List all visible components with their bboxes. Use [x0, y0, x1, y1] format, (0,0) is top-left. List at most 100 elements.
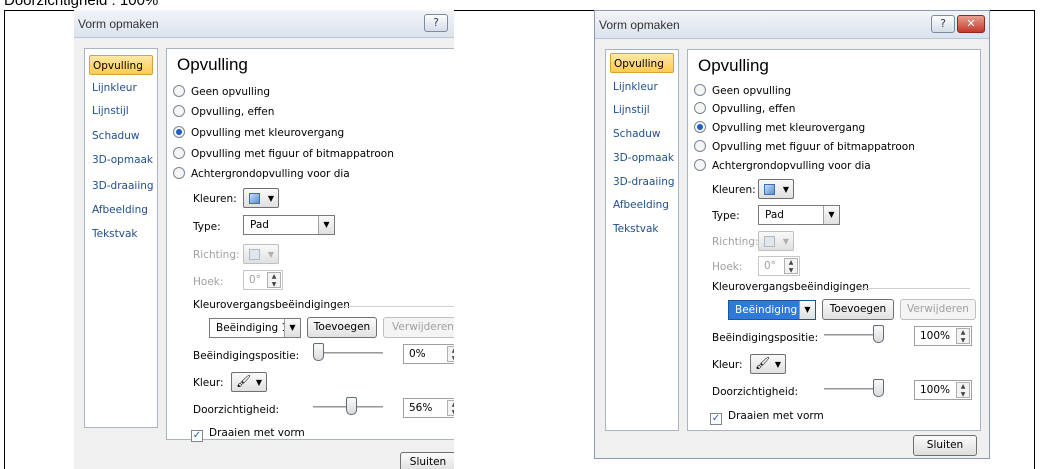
spinner-arrows-icon[interactable]: ▲▼: [784, 258, 798, 274]
radio-icon: [694, 84, 706, 96]
help-button[interactable]: ?: [931, 15, 955, 33]
add-stop-button[interactable]: Toevoegen: [307, 317, 377, 338]
titlebar: Vorm opmaken ? ✕: [595, 11, 989, 39]
spinner-arrows-icon[interactable]: ▲▼: [447, 346, 454, 362]
transparency-spinner[interactable]: 100% ▲ ▼: [914, 380, 972, 400]
position-spinner[interactable]: 100% ▲ ▼: [914, 326, 972, 346]
nav-item-afbeelding[interactable]: Afbeelding: [610, 195, 674, 215]
gradient-stops-group-label: Kleurovergangsbeëindigingen: [712, 281, 869, 293]
dropdown-arrow-icon: ▼: [255, 378, 262, 387]
nav-item-tekstvak[interactable]: Tekstvak: [89, 224, 153, 244]
close-button[interactable]: Sluiten: [913, 435, 977, 456]
type-select[interactable]: Pad ▼: [243, 215, 335, 235]
position-slider[interactable]: [313, 343, 383, 363]
colors-picker[interactable]: ▼: [243, 188, 279, 208]
gradient-stop-select[interactable]: Beëindiging 1 ▼: [209, 318, 301, 338]
radio-icon: [173, 147, 185, 159]
slider-thumb[interactable]: [313, 343, 324, 361]
checkbox-checked-icon: ✓: [191, 430, 203, 442]
transparency-spinner[interactable]: 56%▲▼: [403, 398, 454, 418]
category-list: Opvulling Lijnkleur Lijnstijl Schaduw 3D…: [605, 49, 679, 431]
remove-stop-button[interactable]: Verwijderen: [383, 317, 454, 338]
slider-thumb[interactable]: [873, 325, 884, 343]
radio-opvulling-effen[interactable]: Opvulling, effen: [694, 101, 795, 117]
transparency-slider[interactable]: [313, 397, 383, 417]
radio-icon: [173, 85, 185, 97]
radio-kleurovergang[interactable]: Opvulling met kleurovergang: [173, 125, 344, 141]
dropdown-arrow-icon: ▼: [799, 301, 815, 319]
dropdown-arrow-icon: ▼: [774, 360, 781, 369]
nav-item-3d-opmaak[interactable]: 3D-opmaak: [610, 148, 674, 168]
color-picker[interactable]: 🖌 ▼: [231, 372, 267, 392]
help-button[interactable]: ?: [424, 14, 448, 32]
section-heading: Opvulling: [698, 56, 769, 75]
position-slider[interactable]: [824, 325, 884, 345]
position-label: Beëindigingspositie:: [193, 350, 300, 362]
spinner-arrows-icon[interactable]: ▲▼: [956, 328, 970, 344]
gradient-stop-select[interactable]: Beëindiging 2 ▼: [728, 300, 816, 320]
position-spinner[interactable]: 0%▲▼: [403, 344, 454, 364]
nav-item-lijnstijl[interactable]: Lijnstijl: [89, 101, 153, 121]
nav-item-schaduw[interactable]: Schaduw: [610, 124, 674, 144]
close-window-button[interactable]: ✕: [957, 15, 985, 33]
caption: Doorzichtigheid : 100%: [4, 0, 159, 9]
nav-item-3d-draaiing[interactable]: 3D-draaiing: [89, 176, 154, 196]
nav-item-opvulling[interactable]: Opvulling: [89, 55, 153, 75]
nav-item-afbeelding[interactable]: Afbeelding: [89, 200, 153, 220]
spinner-arrows-icon[interactable]: ▲▼: [447, 400, 454, 416]
angle-spinner[interactable]: 0° ▲ ▼: [758, 256, 800, 276]
group-divider: [343, 306, 454, 307]
settings-pane: Opvulling Geen opvulling Opvulling, effe…: [687, 49, 981, 431]
type-label: Type:: [712, 210, 740, 222]
close-button[interactable]: Sluiten: [400, 452, 454, 469]
slider-thumb[interactable]: [873, 379, 884, 397]
radio-figuur-bitmap[interactable]: Opvulling met figuur of bitmappatroon: [694, 139, 915, 155]
remove-stop-button[interactable]: Verwijderen: [900, 299, 976, 320]
nav-item-lijnkleur[interactable]: Lijnkleur: [89, 78, 153, 98]
section-heading: Opvulling: [177, 55, 248, 74]
format-shape-dialog-right: Vorm opmaken ? ✕ Opvulling Lijnkleur Lij…: [594, 10, 990, 459]
angle-label: Hoek:: [193, 276, 224, 288]
type-select[interactable]: Pad ▼: [758, 205, 840, 225]
checkbox-checked-icon: ✓: [710, 413, 722, 425]
radio-figuur-bitmap[interactable]: Opvulling met figuur of bitmappatroon: [173, 146, 394, 162]
direction-picker[interactable]: ▼: [758, 231, 794, 251]
nav-item-3d-opmaak[interactable]: 3D-opmaak: [89, 150, 153, 170]
add-stop-button[interactable]: Toevoegen: [822, 299, 894, 320]
radio-geen-opvulling[interactable]: Geen opvulling: [173, 84, 270, 100]
dropdown-arrow-icon: ▼: [284, 319, 300, 337]
position-label: Beëindigingspositie:: [712, 332, 819, 344]
nav-item-schaduw[interactable]: Schaduw: [89, 126, 153, 146]
transparency-label: Doorzichtigheid:: [712, 386, 799, 398]
paint-bucket-icon: 🖌: [755, 356, 771, 370]
gradient-stops-group-label: Kleurovergangsbeëindigingen: [193, 299, 350, 311]
nav-item-3d-draaiing[interactable]: 3D-draaiing: [610, 172, 675, 192]
slider-thumb[interactable]: [346, 397, 357, 415]
dropdown-arrow-icon: ▼: [823, 206, 839, 224]
rotate-with-shape-checkbox[interactable]: ✓ Draaien met vorm: [191, 425, 305, 442]
transparency-slider[interactable]: [824, 379, 884, 399]
radio-opvulling-effen[interactable]: Opvulling, effen: [173, 104, 274, 120]
spinner-arrows-icon[interactable]: ▲▼: [267, 272, 281, 288]
angle-spinner[interactable]: 0° ▲ ▼: [243, 270, 283, 290]
rotate-with-shape-checkbox[interactable]: ✓ Draaien met vorm: [710, 408, 824, 425]
nav-item-lijnkleur[interactable]: Lijnkleur: [610, 77, 674, 97]
color-label: Kleur:: [712, 359, 743, 371]
dropdown-arrow-icon: ▼: [782, 237, 789, 246]
radio-achtergrond-dia[interactable]: Achtergrondopvulling voor dia: [694, 158, 871, 174]
radio-geen-opvulling[interactable]: Geen opvulling: [694, 83, 791, 99]
direction-label: Richting:: [712, 236, 759, 248]
radio-kleurovergang[interactable]: Opvulling met kleurovergang: [694, 120, 865, 136]
direction-swatch-icon: [764, 236, 775, 247]
transparency-label: Doorzichtigheid:: [193, 404, 280, 416]
colors-picker[interactable]: ▼: [758, 179, 794, 199]
radio-achtergrond-dia[interactable]: Achtergrondopvulling voor dia: [173, 166, 350, 182]
spinner-arrows-icon[interactable]: ▲▼: [956, 382, 970, 398]
dropdown-arrow-icon: ▼: [782, 185, 789, 194]
color-picker[interactable]: 🖌 ▼: [750, 354, 786, 374]
nav-item-lijnstijl[interactable]: Lijnstijl: [610, 100, 674, 120]
nav-item-opvulling[interactable]: Opvulling: [610, 53, 674, 73]
radio-icon: [694, 140, 706, 152]
nav-item-tekstvak[interactable]: Tekstvak: [610, 219, 674, 239]
direction-picker[interactable]: ▼: [243, 244, 279, 264]
